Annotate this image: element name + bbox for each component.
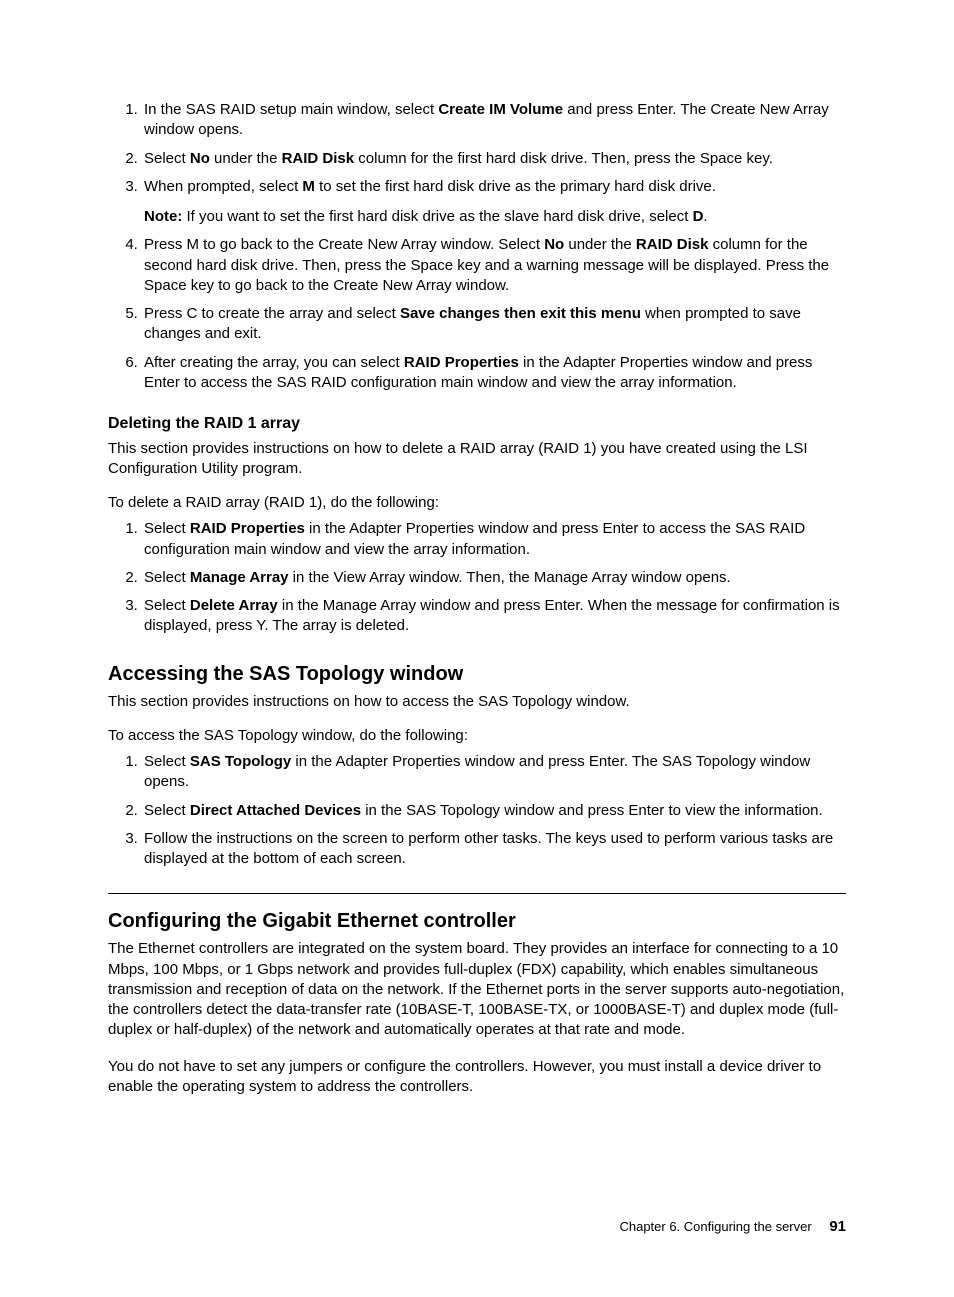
bold-text: Manage Array <box>190 569 289 586</box>
bold-text: SAS Topology <box>190 753 291 770</box>
paragraph: You do not have to set any jumpers or co… <box>108 1057 846 1098</box>
list-item: In the SAS RAID setup main window, selec… <box>142 100 846 141</box>
text: In the SAS RAID setup main window, selec… <box>144 101 438 118</box>
bold-text: RAID Disk <box>282 150 355 167</box>
text: Press C to create the array and select <box>144 305 400 322</box>
text: under the <box>564 236 636 253</box>
bold-text: Save changes then exit this menu <box>400 305 641 322</box>
ordered-list-delete-raid: Select RAID Properties in the Adapter Pr… <box>108 519 846 636</box>
list-item: Press M to go back to the Create New Arr… <box>142 235 846 296</box>
bold-text: No <box>190 150 210 167</box>
heading-sas-topology: Accessing the SAS Topology window <box>108 661 846 688</box>
bold-text: No <box>544 236 564 253</box>
paragraph: The Ethernet controllers are integrated … <box>108 939 846 1040</box>
text: Follow the instructions on the screen to… <box>144 830 833 867</box>
paragraph: This section provides instructions on ho… <box>108 692 846 712</box>
text: Select <box>144 520 190 537</box>
footer-page-number: 91 <box>829 1218 846 1235</box>
text: under the <box>210 150 282 167</box>
list-item: After creating the array, you can select… <box>142 353 846 394</box>
bold-text: Delete Array <box>190 597 278 614</box>
bold-text: M <box>302 178 315 195</box>
text: in the View Array window. Then, the Mana… <box>289 569 731 586</box>
bold-text: RAID Disk <box>636 236 709 253</box>
text: to set the first hard disk drive as the … <box>315 178 716 195</box>
list-item: Select No under the RAID Disk column for… <box>142 149 846 169</box>
footer-chapter: Chapter 6. Configuring the server <box>619 1219 811 1234</box>
text: Select <box>144 802 190 819</box>
heading-deleting-raid: Deleting the RAID 1 array <box>108 413 846 435</box>
list-item: When prompted, select M to set the first… <box>142 177 846 228</box>
heading-ethernet: Configuring the Gigabit Ethernet control… <box>108 908 846 935</box>
bold-text: RAID Properties <box>190 520 305 537</box>
bold-text: Direct Attached Devices <box>190 802 361 819</box>
list-item: Select Delete Array in the Manage Array … <box>142 596 846 637</box>
text: Select <box>144 597 190 614</box>
text: . <box>703 208 707 225</box>
bold-text: D <box>693 208 704 225</box>
text: Press M to go back to the Create New Arr… <box>144 236 544 253</box>
list-item: Select Direct Attached Devices in the SA… <box>142 801 846 821</box>
bold-text: Create IM Volume <box>438 101 563 118</box>
text: Select <box>144 753 190 770</box>
bold-text: RAID Properties <box>404 354 519 371</box>
note-block: Note: If you want to set the first hard … <box>144 207 846 227</box>
paragraph: This section provides instructions on ho… <box>108 439 846 480</box>
list-item: Follow the instructions on the screen to… <box>142 829 846 870</box>
text: in the SAS Topology window and press Ent… <box>361 802 823 819</box>
ordered-list-raid-setup: In the SAS RAID setup main window, selec… <box>108 100 846 393</box>
text: If you want to set the first hard disk d… <box>182 208 692 225</box>
text: column for the first hard disk drive. Th… <box>354 150 773 167</box>
text: When prompted, select <box>144 178 302 195</box>
list-item: Select SAS Topology in the Adapter Prope… <box>142 752 846 793</box>
text: Select <box>144 569 190 586</box>
list-item: Press C to create the array and select S… <box>142 304 846 345</box>
section-divider <box>108 893 846 894</box>
ordered-list-sas: Select SAS Topology in the Adapter Prope… <box>108 752 846 869</box>
paragraph: To access the SAS Topology window, do th… <box>108 726 846 746</box>
page-footer: Chapter 6. Configuring the server 91 <box>108 1217 846 1237</box>
text: Select <box>144 150 190 167</box>
paragraph: To delete a RAID array (RAID 1), do the … <box>108 493 846 513</box>
list-item: Select Manage Array in the View Array wi… <box>142 568 846 588</box>
note-label: Note: <box>144 208 182 225</box>
list-item: Select RAID Properties in the Adapter Pr… <box>142 519 846 560</box>
text: After creating the array, you can select <box>144 354 404 371</box>
